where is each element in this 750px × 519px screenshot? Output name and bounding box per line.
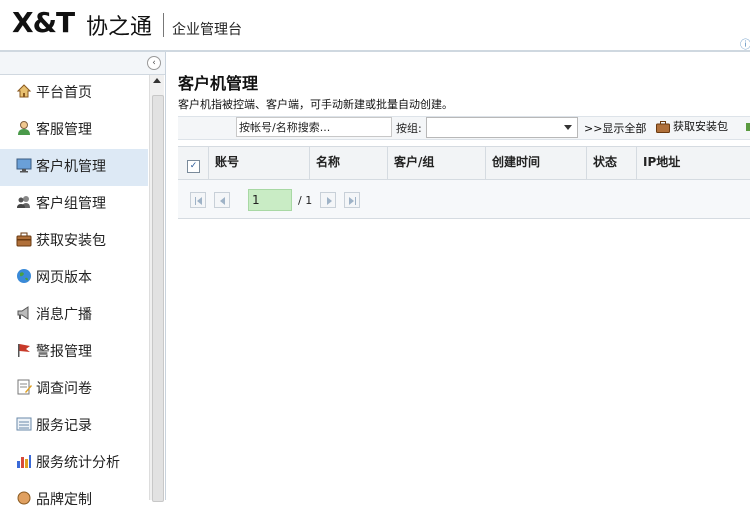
- scroll-up-icon[interactable]: [153, 78, 161, 83]
- package-icon: [16, 232, 32, 247]
- list-icon: [16, 417, 32, 431]
- sidebar-item-web-version[interactable]: 网页版本: [0, 260, 148, 297]
- column-header-name[interactable]: 名称: [310, 147, 388, 179]
- table-header: ✓ 账号 名称 客户/组 创建时间 状态 IP地址: [178, 146, 750, 180]
- sidebar-item-label: 平台首页: [36, 85, 92, 101]
- group-filter-label: 按组:: [396, 122, 422, 135]
- survey-icon: [17, 379, 32, 395]
- sidebar-item-clients[interactable]: 客户机管理: [0, 149, 148, 186]
- first-page-icon: [195, 197, 196, 205]
- sidebar-item-alerts[interactable]: 警报管理: [0, 334, 148, 371]
- next-page-button[interactable]: [320, 192, 336, 208]
- select-all-checkbox[interactable]: ✓: [187, 160, 200, 173]
- get-package-button[interactable]: 获取安装包: [656, 118, 728, 134]
- chevron-down-icon: [564, 125, 572, 130]
- bar-chart-icon: [17, 455, 31, 468]
- last-page-icon: [349, 197, 354, 205]
- sidebar-item-label: 客户组管理: [36, 196, 106, 212]
- page-title: 客户机管理: [178, 74, 259, 93]
- sidebar-scrollbar[interactable]: [149, 75, 164, 502]
- globe-icon: [17, 269, 31, 283]
- group-select[interactable]: [426, 117, 578, 138]
- column-header-customer-group[interactable]: 客户/组: [388, 147, 486, 179]
- import-icon[interactable]: [746, 123, 750, 131]
- page-number-input[interactable]: 1: [248, 189, 292, 211]
- get-package-label: 获取安装包: [673, 120, 728, 133]
- megaphone-icon: [17, 306, 29, 320]
- column-header-ip[interactable]: IP地址: [637, 147, 750, 179]
- sidebar-item-label: 获取安装包: [36, 233, 106, 249]
- toolbar: 按组: >>显示全部 获取安装包: [178, 116, 750, 140]
- scrollbar-thumb[interactable]: [152, 95, 164, 502]
- sidebar-item-statistics[interactable]: 服务统计分析: [0, 445, 148, 482]
- home-icon: [16, 84, 32, 98]
- sidebar-item-label: 消息广播: [36, 307, 92, 323]
- app-subtitle: 企业管理台: [172, 22, 242, 38]
- sidebar-item-agents[interactable]: 客服管理: [0, 112, 148, 149]
- flag-icon: [18, 344, 30, 357]
- sidebar-item-label: 调查问卷: [36, 381, 92, 397]
- app-header: X&T 协之通 企业管理台 ⓘ: [0, 0, 750, 52]
- group-icon: [17, 196, 30, 208]
- sidebar-toolbar: ‹: [0, 52, 165, 75]
- package-icon: [656, 121, 670, 133]
- first-page-button[interactable]: [190, 192, 206, 208]
- search-input[interactable]: [236, 117, 392, 137]
- sidebar-item-label: 网页版本: [36, 270, 92, 286]
- sidebar-item-service-records[interactable]: 服务记录: [0, 408, 148, 445]
- prev-page-button[interactable]: [214, 192, 230, 208]
- column-header-created-time[interactable]: 创建时间: [486, 147, 587, 179]
- logo-divider: [163, 13, 164, 37]
- column-header-status[interactable]: 状态: [587, 147, 637, 179]
- monitor-icon: [16, 158, 32, 173]
- sidebar-item-survey[interactable]: 调查问卷: [0, 371, 148, 408]
- select-all-column: ✓: [178, 147, 209, 179]
- sidebar-item-label: 服务统计分析: [36, 455, 120, 471]
- brand-icon: [17, 491, 31, 505]
- page-total: / 1: [298, 194, 313, 207]
- sidebar: ‹ 平台首页 客服管理 客户机管理 客户组管理 获取安装包 网页版本 消息广播 …: [0, 52, 166, 508]
- sidebar-item-broadcast[interactable]: 消息广播: [0, 297, 148, 334]
- sidebar-item-label: 服务记录: [36, 418, 92, 434]
- help-icon[interactable]: ⓘ: [740, 36, 750, 51]
- sidebar-item-label: 客户机管理: [36, 159, 106, 175]
- user-icon: [18, 121, 30, 135]
- sidebar-item-label: 品牌定制: [36, 492, 92, 508]
- logo-latin: X&T: [12, 6, 75, 39]
- collapse-sidebar-button[interactable]: ‹: [147, 56, 161, 70]
- sidebar-item-branding[interactable]: 品牌定制: [0, 482, 148, 519]
- page-description: 客户机指被控端、客户端，可手动新建或批量自动创建。: [178, 98, 453, 111]
- pagination: 1 / 1: [178, 180, 750, 219]
- sidebar-item-package[interactable]: 获取安装包: [0, 223, 148, 260]
- last-page-button[interactable]: [344, 192, 360, 208]
- sidebar-item-home[interactable]: 平台首页: [0, 75, 148, 112]
- next-page-icon: [327, 197, 332, 205]
- prev-page-icon: [220, 197, 225, 205]
- sidebar-item-groups[interactable]: 客户组管理: [0, 186, 148, 223]
- column-header-account[interactable]: 账号: [209, 147, 310, 179]
- sidebar-item-label: 客服管理: [36, 122, 92, 138]
- logo-chinese: 协之通: [86, 15, 153, 40]
- main-content: 客户机管理 客户机指被控端、客户端，可手动新建或批量自动创建。 按组: >>显示…: [166, 52, 750, 500]
- show-all-link[interactable]: >>显示全部: [584, 120, 646, 136]
- sidebar-item-label: 警报管理: [36, 344, 92, 360]
- sidebar-menu: 平台首页 客服管理 客户机管理 客户组管理 获取安装包 网页版本 消息广播 警报…: [0, 75, 148, 519]
